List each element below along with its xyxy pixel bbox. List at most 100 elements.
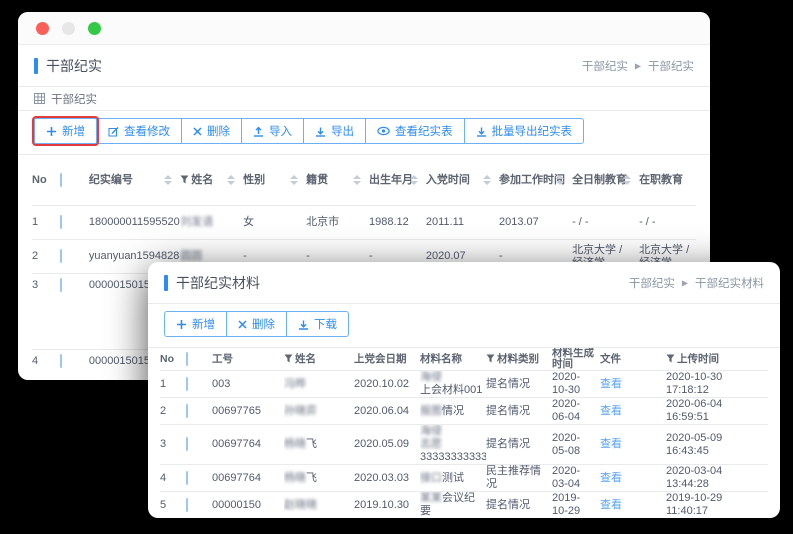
- column-header[interactable]: 性别: [243, 155, 306, 206]
- row-checkbox[interactable]: [186, 471, 188, 485]
- row-checkbox[interactable]: [186, 377, 188, 391]
- table-cell: 北京市: [306, 206, 369, 240]
- column-label: No: [32, 174, 47, 186]
- table-cell: [186, 492, 212, 519]
- column-header[interactable]: 姓名: [180, 155, 243, 206]
- sort-carets-icon[interactable]: [353, 175, 361, 185]
- table-cell: 2020.10.02: [354, 371, 420, 398]
- column-header[interactable]: 全日制教育: [572, 155, 639, 206]
- breadcrumb-item[interactable]: 干部纪实: [629, 275, 675, 291]
- sort-carets-icon[interactable]: [164, 175, 172, 185]
- view-link[interactable]: 查看: [600, 438, 622, 450]
- row-checkbox[interactable]: [186, 437, 188, 451]
- sort-carets-icon[interactable]: [227, 175, 235, 185]
- material-table-wrap: No工号姓名上党会日期材料名称材料类别材料生成时间文件上传时间1003冯晔202…: [148, 348, 780, 518]
- select-all-checkbox[interactable]: [186, 352, 188, 366]
- row-checkbox[interactable]: [60, 215, 62, 229]
- button-label: 查看修改: [124, 123, 170, 139]
- sort-carets-icon[interactable]: [410, 175, 418, 185]
- view-edit-button[interactable]: 查看修改: [96, 118, 182, 144]
- column-header: No: [160, 348, 186, 371]
- table-cell: 孙晓弈: [284, 398, 354, 425]
- column-label: 全日制教育: [572, 174, 627, 186]
- delete-button[interactable]: 删除: [181, 118, 242, 144]
- sort-carets-icon[interactable]: [623, 175, 631, 185]
- column-header[interactable]: 材料类别: [486, 348, 552, 371]
- row-checkbox[interactable]: [60, 249, 62, 263]
- cell-text: 2020.03.03: [354, 472, 409, 484]
- cell-text: 赵晓晓: [284, 499, 317, 511]
- add-button[interactable]: 新增: [34, 118, 97, 144]
- table-cell: 4: [32, 350, 60, 378]
- filter-icon[interactable]: [486, 354, 495, 363]
- column-header: 工号: [212, 348, 284, 371]
- cell-text: 2020-03-04 13:44:28: [666, 465, 722, 490]
- cell-text: -: [306, 250, 310, 262]
- column-header[interactable]: 入党时间: [426, 155, 499, 206]
- table-cell: 1988.12: [369, 206, 426, 240]
- view-link[interactable]: 查看: [600, 499, 622, 511]
- table-row: 300697764杨晓飞2020.05.09海侵志愿333333333333提名…: [160, 425, 768, 465]
- window-titlebar: [18, 12, 710, 45]
- table-cell: 00697765: [212, 398, 284, 425]
- table-row: 500000150赵晓晓2019.10.30某某会议纪要提名情况2019-10-…: [160, 492, 768, 519]
- column-header[interactable]: 姓名: [284, 348, 354, 371]
- table-cell: 2020.03.03: [354, 465, 420, 492]
- select-all-checkbox[interactable]: [60, 173, 62, 187]
- table-cell: 4: [160, 465, 186, 492]
- table-cell: [186, 425, 212, 465]
- minimize-window-icon[interactable]: [62, 22, 75, 35]
- batch-export-record-button[interactable]: 批量导出纪实表: [464, 118, 585, 144]
- cell-text: 2020.07: [426, 250, 466, 262]
- column-header[interactable]: 籍贯: [306, 155, 369, 206]
- import-button[interactable]: 导入: [241, 118, 304, 144]
- breadcrumb-item[interactable]: 干部纪实材料: [695, 275, 764, 291]
- view-link[interactable]: 查看: [600, 472, 622, 484]
- sort-carets-icon[interactable]: [290, 175, 298, 185]
- button-label: 导入: [269, 123, 292, 139]
- table-cell: 2020-06-04 16:59:51: [666, 398, 768, 425]
- add-button[interactable]: 新增: [164, 311, 227, 337]
- column-label: 出生年月: [369, 174, 413, 186]
- download-button[interactable]: 下载: [286, 311, 349, 337]
- cell-text: 2020-03-04: [552, 465, 580, 490]
- view-record-table-button[interactable]: 查看纪实表: [365, 118, 465, 144]
- column-label: 工号: [212, 353, 233, 365]
- cell-text: 冯晔: [284, 378, 306, 390]
- column-label: 材料生成时间: [552, 348, 594, 370]
- cell-text: 提名情况: [486, 438, 530, 450]
- delete-button[interactable]: 删除: [226, 311, 287, 337]
- view-link[interactable]: 查看: [600, 405, 622, 417]
- filter-icon[interactable]: [180, 175, 189, 184]
- column-header[interactable]: 纪实编号: [89, 155, 180, 206]
- export-button[interactable]: 导出: [303, 118, 366, 144]
- breadcrumb-item[interactable]: 干部纪实: [648, 58, 694, 74]
- table-cell: 5: [160, 492, 186, 519]
- close-window-icon[interactable]: [36, 22, 49, 35]
- breadcrumb-item[interactable]: 干部纪实: [582, 58, 628, 74]
- cell-text: 003: [212, 378, 230, 390]
- column-header[interactable]: 参加工作时间: [499, 155, 572, 206]
- column-header[interactable]: 出生年月: [369, 155, 426, 206]
- filter-icon[interactable]: [666, 354, 675, 363]
- table-cell: 2020-03-04 13:44:28: [666, 465, 768, 492]
- row-checkbox[interactable]: [60, 278, 62, 292]
- cell-text: 1: [32, 216, 38, 228]
- desktop-background: 干部纪实 干部纪实 ▶ 干部纪实 干部纪实 新增查看修改删除导入导出查看纪实表批…: [0, 0, 793, 534]
- table-cell: 刘发语: [180, 206, 243, 240]
- sort-carets-icon[interactable]: [556, 175, 564, 185]
- cell-text: 报图: [420, 405, 442, 417]
- maximize-window-icon[interactable]: [88, 22, 101, 35]
- view-link[interactable]: 查看: [600, 378, 622, 390]
- row-checkbox[interactable]: [60, 354, 62, 368]
- sort-carets-icon[interactable]: [483, 175, 491, 185]
- column-label: 文件: [600, 353, 621, 365]
- cell-text: 2011.11: [426, 216, 464, 228]
- filter-icon[interactable]: [284, 354, 293, 363]
- column-header[interactable]: 上传时间: [666, 348, 768, 371]
- cell-text: 4: [160, 472, 166, 484]
- row-checkbox[interactable]: [186, 404, 188, 418]
- table-cell: 00697764: [212, 425, 284, 465]
- row-checkbox[interactable]: [186, 498, 188, 512]
- table-cell: 180000011595520000: [89, 206, 180, 240]
